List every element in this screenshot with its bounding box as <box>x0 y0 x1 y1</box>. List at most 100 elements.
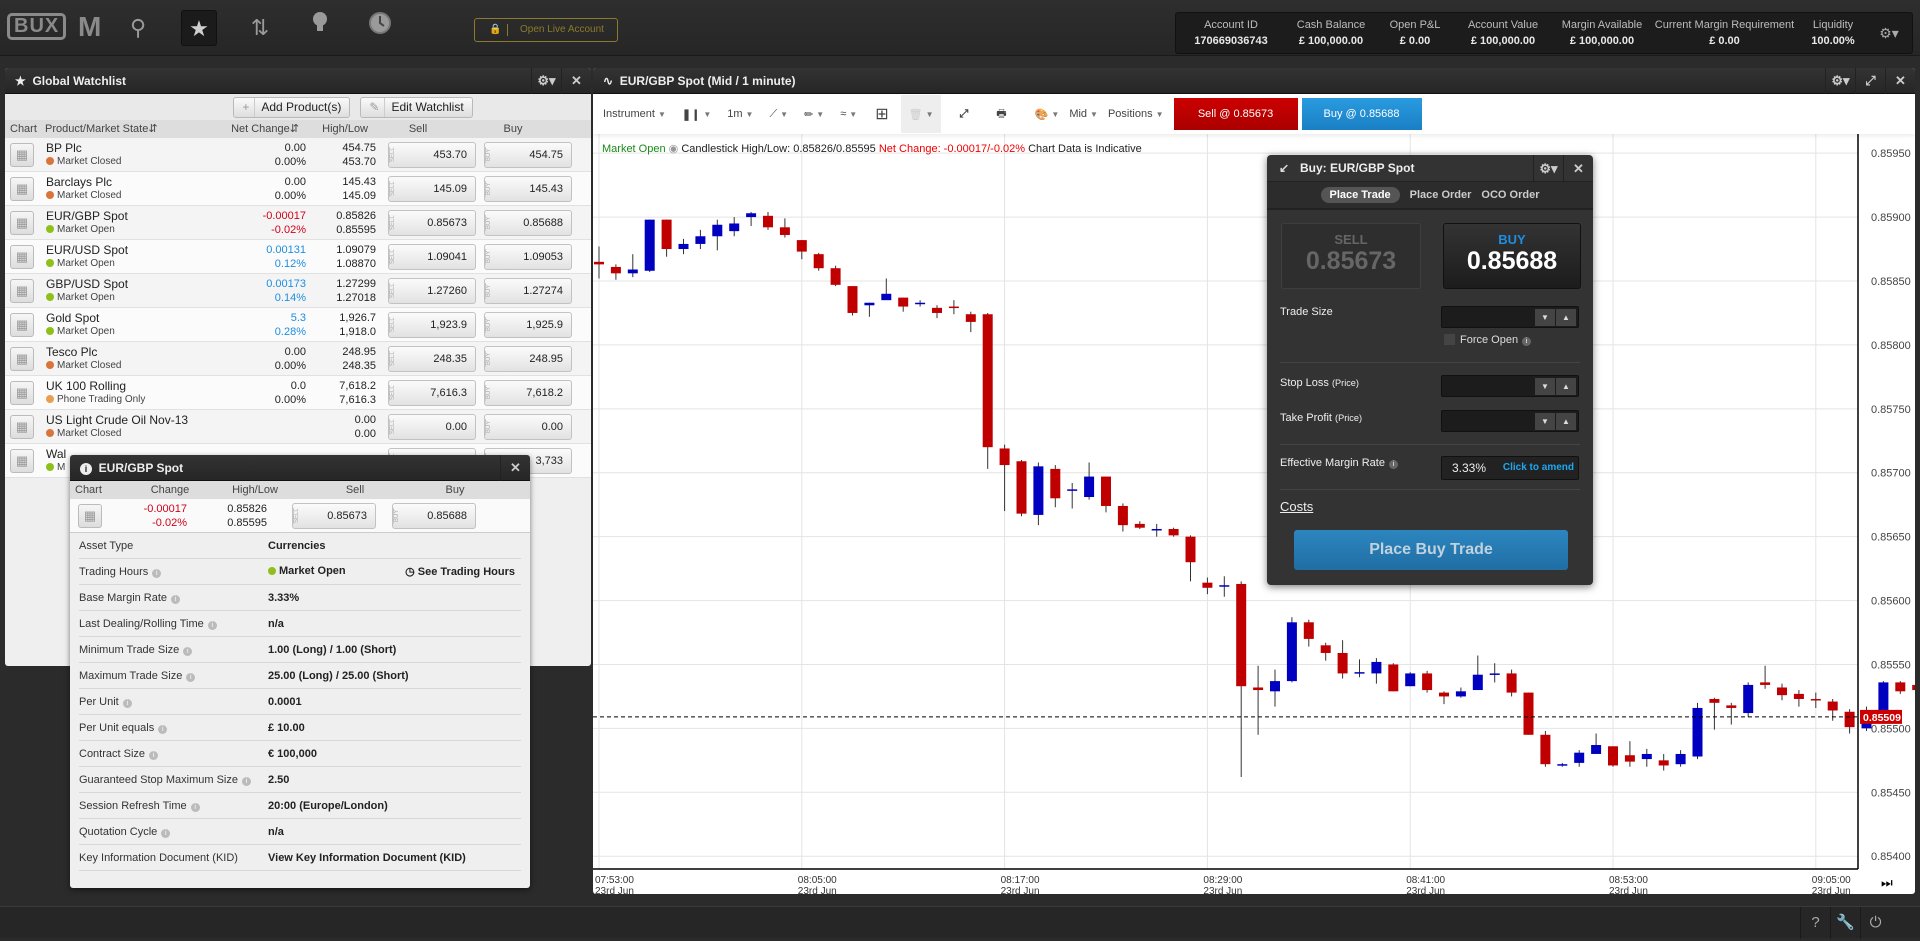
view-kid-link[interactable]: View Key Information Document (KID) <box>268 852 521 864</box>
info-detail-row: Trading Hours i Market Open ◷ See Trading H… <box>79 559 521 585</box>
ticket-buy-price-button[interactable]: BUY 0.85688 <box>1443 223 1581 289</box>
sell-price-button[interactable]: SELL 145.09 <box>388 175 476 202</box>
watchlist-settings-gear-icon[interactable]: ⚙▾ <box>531 68 561 94</box>
clock-icon[interactable] <box>362 10 398 46</box>
trade-size-input[interactable]: ▼ ▲ <box>1441 306 1579 328</box>
chart-icon[interactable]: ▦ <box>10 380 34 405</box>
chart-close-icon[interactable]: ✕ <box>1885 68 1915 94</box>
force-open-checkbox[interactable]: Force Open i <box>1444 334 1532 346</box>
fullscreen-icon[interactable]: ⤢ <box>959 108 968 121</box>
help-icon[interactable]: ? <box>1800 907 1830 939</box>
lightbulb-icon[interactable] <box>302 10 338 46</box>
sell-price-button[interactable]: SELL 7,616.3 <box>388 379 476 406</box>
buy-at-button[interactable]: Buy @ 0.85688 <box>1301 98 1422 130</box>
watchlist-row[interactable]: ▦ EUR/USD Spot Market Open 0.00131 0.12% 1… <box>5 240 591 274</box>
positions-dropdown[interactable]: Positions ▼ <box>1108 108 1164 120</box>
sell-price-button[interactable]: SELL 248.35 <box>388 345 476 372</box>
take-profit-input[interactable]: ▼ ▲ <box>1441 410 1579 432</box>
tab-place-order[interactable]: Place Order <box>1410 189 1472 201</box>
instrument-dropdown[interactable]: Instrument ▼ <box>603 108 666 120</box>
chart-icon[interactable]: ▦ <box>10 278 34 303</box>
candlestick-chart[interactable]: 0.85950 0.85900 0.85850 0.85800 0.85750 0.857… <box>593 134 1915 894</box>
costs-link[interactable]: Costs <box>1280 499 1313 514</box>
wrench-icon[interactable]: 🔧 <box>1830 907 1860 939</box>
print-icon[interactable]: 🖶 <box>996 105 1006 124</box>
eye-icon[interactable]: ◉ <box>669 143 679 155</box>
chart-icon[interactable]: ▦ <box>10 142 34 167</box>
watchlist-row[interactable]: ▦ UK 100 Rolling Phone Trading Only 0.0 0.… <box>5 376 591 410</box>
chart-icon[interactable]: ▦ <box>10 312 34 337</box>
ticket-settings-gear-icon[interactable]: ⚙▾ <box>1533 155 1563 182</box>
watchlist-row[interactable]: ▦ EUR/GBP Spot Market Open -0.00017 -0.02%… <box>5 206 591 240</box>
chart-settings-gear-icon[interactable]: ⚙▾ <box>1825 68 1855 94</box>
watchlist-row[interactable]: ▦ GBP/USD Spot Market Open 0.00173 0.14% 1… <box>5 274 591 308</box>
watchlist-row[interactable]: ▦ Tesco Plc Market Closed 0.00 0.00% 248.9… <box>5 342 591 376</box>
search-icon[interactable]: ⚲ <box>120 10 156 46</box>
watchlist-row[interactable]: ▦ US Light Crude Oil Nov-13 Market Closed… <box>5 410 591 444</box>
buy-price-button[interactable]: BUY 0.00 <box>484 413 572 440</box>
chart-icon[interactable]: ▦ <box>10 448 34 473</box>
scroll-to-end-icon[interactable]: ⏭ <box>1881 876 1893 891</box>
see-trading-hours-link[interactable]: ◷ See Trading Hours <box>405 565 521 578</box>
buy-price-button[interactable]: BUY 454.75 <box>484 141 572 168</box>
buy-price-button[interactable]: BUY 1,925.9 <box>484 311 572 338</box>
indicators-dropdown[interactable]: ≈ ▼ <box>840 108 857 120</box>
chart-icon[interactable]: ▦ <box>10 210 34 235</box>
sell-price-button[interactable]: SELL 453.70 <box>388 141 476 168</box>
info-close-icon[interactable]: ✕ <box>500 455 530 481</box>
open-live-account-button[interactable]: 🔒 Open Live Account <box>474 18 618 42</box>
sell-price-button[interactable]: SELL 1,923.9 <box>388 311 476 338</box>
transfer-arrows-icon[interactable]: ⇅ <box>242 10 278 46</box>
sell-price-button[interactable]: SELL 0.00 <box>388 413 476 440</box>
sell-at-button[interactable]: Sell @ 0.85673 <box>1173 98 1298 130</box>
price-type-dropdown[interactable]: Mid ▼ <box>1069 108 1098 120</box>
ticket-sell-price-button[interactable]: SELL 0.85673 <box>1281 223 1421 289</box>
watchlist-row[interactable]: ▦ Barclays Plc Market Closed 0.00 0.00% 14… <box>5 172 591 206</box>
chart-type-dropdown[interactable]: ❚❙ ▼ <box>682 108 711 121</box>
col-net-change-sortable[interactable]: Net Change⇵ <box>185 120 299 138</box>
trendline-tool-dropdown[interactable]: ⟋ ▼ <box>769 108 788 121</box>
col-product-sortable[interactable]: Product/Market State⇵ <box>45 120 185 138</box>
chart-icon[interactable]: ▦ <box>78 503 102 528</box>
tab-place-trade[interactable]: Place Trade <box>1320 187 1400 203</box>
interval-dropdown[interactable]: 1m ▼ <box>727 108 753 120</box>
chart-icon[interactable]: ▦ <box>10 176 34 201</box>
buy-price-button[interactable]: BUY 145.43 <box>484 175 572 202</box>
info-sell-button[interactable]: SELL 0.85673 <box>292 502 376 529</box>
sell-price-button[interactable]: SELL 0.85673 <box>388 209 476 236</box>
chart-icon[interactable]: ▦ <box>10 244 34 269</box>
account-settings-gear-icon[interactable]: ⚙▾ <box>1869 25 1909 41</box>
delete-drawing-button[interactable]: 🗑 ▼ <box>900 95 942 133</box>
product-cell: Tesco Plc Market Closed <box>46 345 226 372</box>
sell-price-button[interactable]: SELL 1.09041 <box>388 243 476 270</box>
chart-icon[interactable]: ▦ <box>10 414 34 439</box>
power-icon[interactable]: ⏻ <box>1860 907 1890 939</box>
color-palette-dropdown[interactable]: 🎨 ▼ <box>1035 108 1060 121</box>
place-buy-trade-button[interactable]: Place Buy Trade <box>1294 530 1568 570</box>
add-products-button[interactable]: + Add Product(s) <box>233 97 351 118</box>
buy-price-button[interactable]: BUY 1.27274 <box>484 277 572 304</box>
buy-price-button[interactable]: BUY 7,618.2 <box>484 379 572 406</box>
drawing-tool-dropdown[interactable]: ✏ ▼ <box>804 108 824 121</box>
buy-price-button[interactable]: BUY 1.09053 <box>484 243 572 270</box>
ticket-close-icon[interactable]: ✕ <box>1563 155 1593 182</box>
edit-watchlist-button[interactable]: ✎ Edit Watchlist <box>360 97 473 118</box>
buy-price-button[interactable]: BUY 0.85688 <box>484 209 572 236</box>
crosshair-icon[interactable]: ⊞ <box>875 104 888 124</box>
maximize-icon[interactable]: ⤢ <box>1855 68 1885 94</box>
candle-body <box>965 314 976 322</box>
tab-oco-order[interactable]: OCO Order <box>1481 189 1539 201</box>
info-column-headers: Chart Change High/Low Sell Buy <box>70 481 530 499</box>
sell-price-button[interactable]: SELL 1.27260 <box>388 277 476 304</box>
candle-body <box>1286 622 1297 682</box>
watchlist-close-icon[interactable]: ✕ <box>561 68 591 94</box>
star-icon[interactable]: ★ <box>181 10 217 46</box>
info-buy-button[interactable]: BUY 0.85688 <box>392 502 476 529</box>
margin-rate-field[interactable]: 3.33% Click to amend <box>1441 456 1579 480</box>
watchlist-row[interactable]: ▦ Gold Spot Market Open 5.3 0.28% 1,926.7 1… <box>5 308 591 342</box>
candle-body <box>1236 583 1247 687</box>
stop-loss-input[interactable]: ▼ ▲ <box>1441 375 1579 397</box>
watchlist-row[interactable]: ▦ BP Plc Market Closed 0.00 0.00% 454.75 45… <box>5 138 591 172</box>
chart-icon[interactable]: ▦ <box>10 346 34 371</box>
buy-price-button[interactable]: BUY 248.95 <box>484 345 572 372</box>
